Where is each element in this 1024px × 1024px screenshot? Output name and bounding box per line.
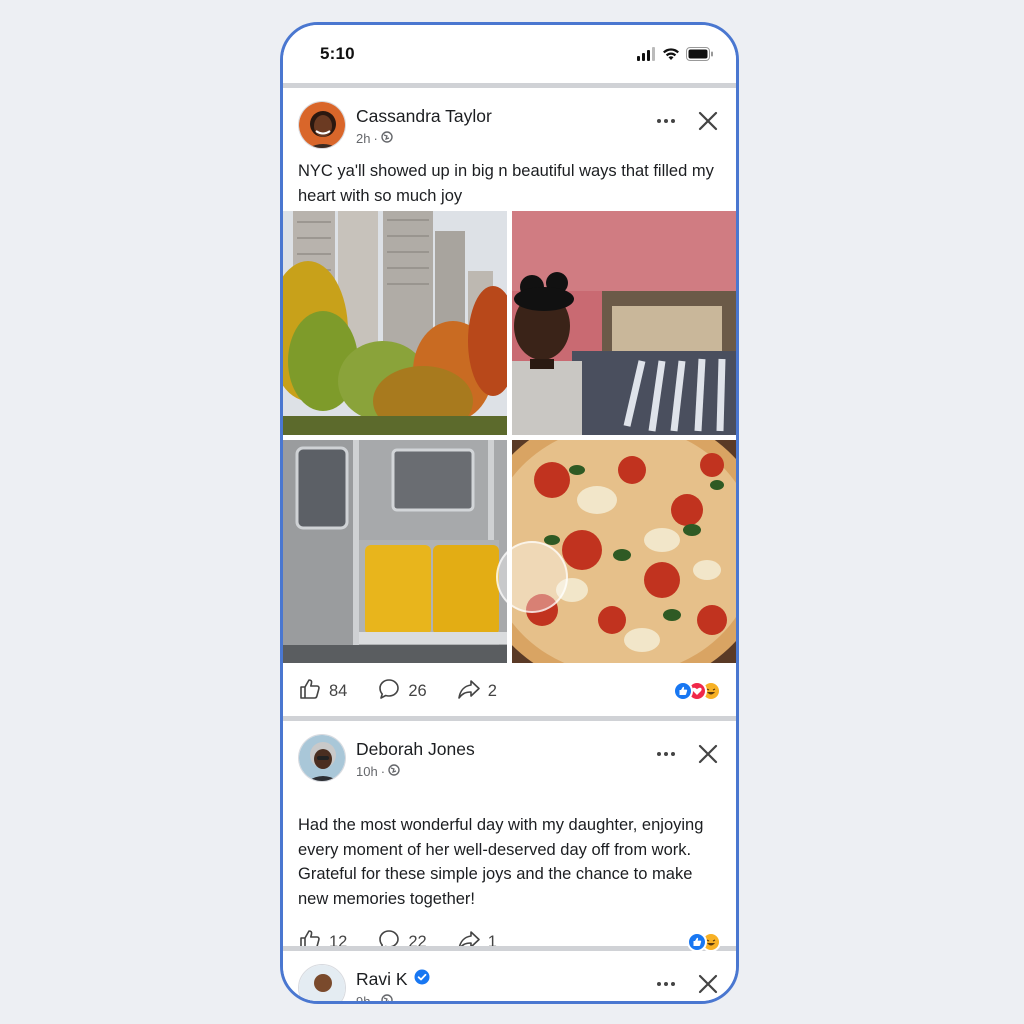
photo-grid xyxy=(283,211,736,663)
close-icon[interactable] xyxy=(696,742,720,766)
globe-icon xyxy=(388,764,400,779)
post-time: 2h xyxy=(356,131,371,146)
status-icons xyxy=(636,47,714,66)
photo-autumn-trees-and-skyscrapers[interactable] xyxy=(283,211,507,435)
feed-post: Ravi K 9h · xyxy=(283,951,736,1004)
more-options-icon[interactable] xyxy=(654,974,678,994)
photo-woman-at-clothing-rack[interactable] xyxy=(512,211,736,435)
status-time: 5:10 xyxy=(320,44,355,63)
phone-frame: 5:10 Cassandra Taylor 2h · NYC ya'll sho… xyxy=(280,22,739,1004)
comment-count: 26 xyxy=(408,681,427,700)
avatar[interactable] xyxy=(298,101,346,149)
post-text: Had the most wonderful day with my daugh… xyxy=(298,816,704,908)
reactions-summary[interactable] xyxy=(673,681,721,701)
comment-icon xyxy=(377,677,401,706)
post-time: 10h xyxy=(356,764,378,779)
reactions-summary[interactable] xyxy=(687,932,721,952)
avatar[interactable] xyxy=(298,964,346,1001)
feed-post: Cassandra Taylor 2h · NYC ya'll showed u… xyxy=(283,88,736,716)
feed-post: Deborah Jones 10h · Had the most wonderf… xyxy=(283,721,736,952)
like-reaction-icon xyxy=(687,932,707,952)
post-actions: 84 26 2 xyxy=(298,674,721,708)
status-bar: 5:10 xyxy=(283,25,736,83)
post-author[interactable]: Deborah Jones xyxy=(356,739,475,760)
post-meta: 2h · xyxy=(356,131,393,146)
share-button[interactable]: 2 xyxy=(457,677,497,706)
like-button[interactable]: 84 xyxy=(298,677,347,706)
share-icon xyxy=(457,677,481,706)
globe-icon xyxy=(381,131,393,146)
post-author[interactable]: Cassandra Taylor xyxy=(356,106,492,127)
touch-indicator xyxy=(496,541,568,613)
like-reaction-icon xyxy=(673,681,693,701)
photo-subway-car-yellow-seats[interactable] xyxy=(283,440,507,663)
thumbs-up-icon xyxy=(298,677,322,706)
verified-badge-icon xyxy=(414,969,430,990)
share-count: 2 xyxy=(487,681,497,700)
more-options-icon[interactable] xyxy=(654,111,678,131)
post-text: NYC ya'll showed up in big n beautiful w… xyxy=(298,162,714,205)
cellular-signal-icon xyxy=(636,47,656,66)
comment-button[interactable]: 26 xyxy=(377,677,427,706)
avatar[interactable] xyxy=(298,734,346,782)
post-meta: 10h · xyxy=(356,764,400,779)
close-icon[interactable] xyxy=(696,109,720,133)
post-meta: 9h · xyxy=(356,994,393,1004)
more-options-icon[interactable] xyxy=(654,744,678,764)
post-author[interactable]: Ravi K xyxy=(356,969,408,990)
like-count: 84 xyxy=(329,681,348,700)
post-author-row[interactable]: Ravi K xyxy=(356,969,430,990)
wifi-icon xyxy=(662,47,680,66)
battery-icon xyxy=(686,47,714,66)
close-icon[interactable] xyxy=(696,972,720,996)
globe-icon xyxy=(381,994,393,1001)
post-time: 9h xyxy=(356,994,371,1004)
